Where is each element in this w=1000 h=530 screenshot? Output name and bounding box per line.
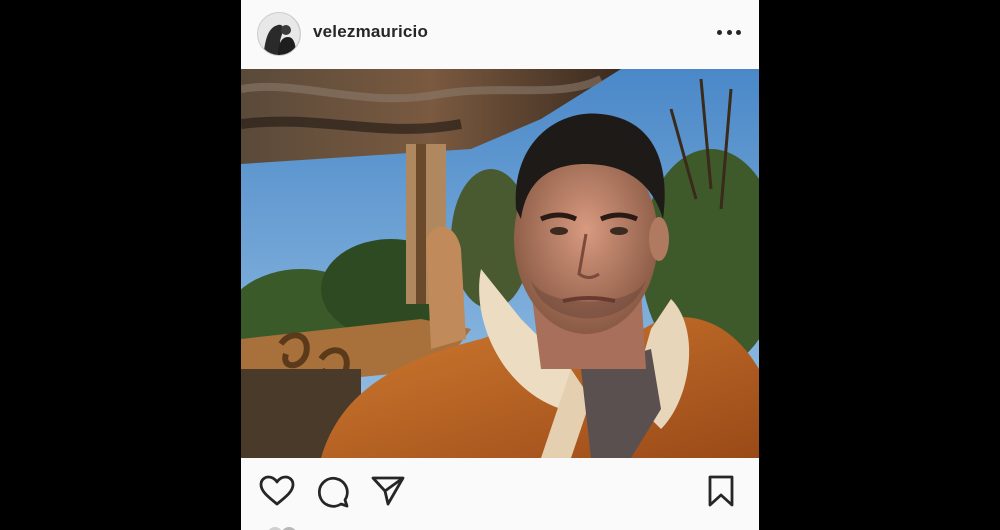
more-dot — [726, 29, 732, 35]
post-header: velezmauricio — [241, 0, 759, 68]
post-photo-image — [241, 69, 759, 458]
more-dot — [717, 29, 722, 35]
heart-icon[interactable] — [259, 475, 295, 507]
profile-avatar-icon — [258, 13, 300, 55]
bookmark-icon[interactable] — [707, 475, 735, 507]
profile-avatar[interactable] — [257, 12, 301, 56]
post-username[interactable]: velezmauricio — [313, 22, 428, 42]
liked-by-avatars-peek — [265, 522, 305, 530]
instagram-post: velezmauricio — [241, 0, 759, 530]
post-photo[interactable] — [241, 69, 759, 458]
paper-plane-icon[interactable] — [371, 475, 405, 507]
more-options-icon[interactable] — [717, 22, 741, 42]
post-actions-bar — [241, 458, 759, 524]
comment-bubble-icon[interactable] — [316, 475, 350, 509]
more-dot — [736, 29, 741, 35]
